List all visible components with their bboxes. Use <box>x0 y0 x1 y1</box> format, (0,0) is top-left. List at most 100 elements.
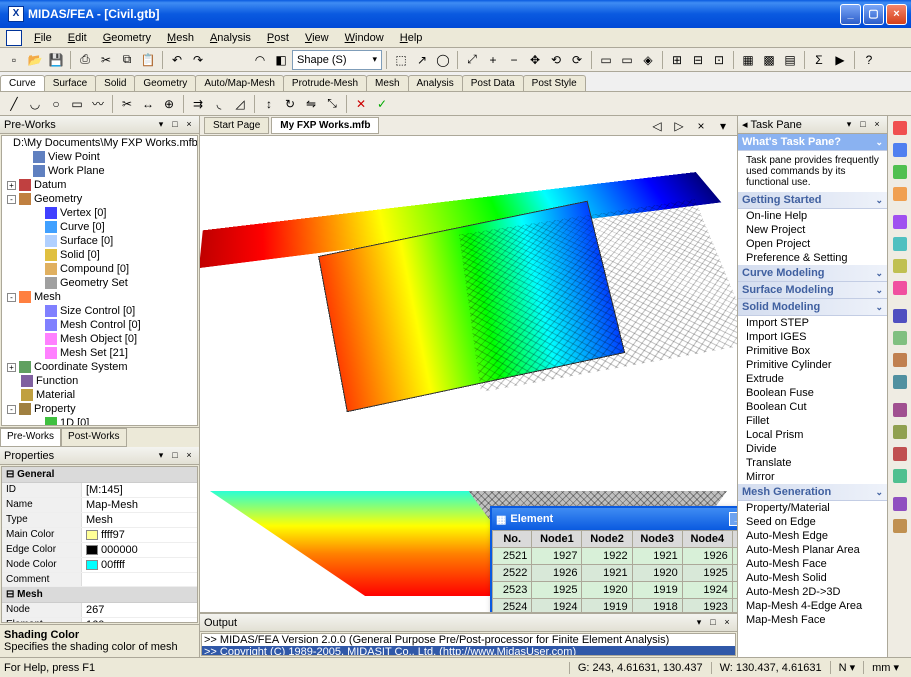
task-item[interactable]: Map-Mesh Face <box>738 613 887 627</box>
tab-prev-icon[interactable]: ◁ <box>647 116 667 136</box>
tree-item[interactable]: Curve [0] <box>2 220 197 234</box>
print-icon[interactable]: ⎙ <box>75 50 95 70</box>
right-tool-4[interactable] <box>890 212 910 232</box>
rotate2-icon[interactable]: ↻ <box>280 94 300 114</box>
offset-icon[interactable]: ⇉ <box>188 94 208 114</box>
tree-toggle-icon[interactable]: - <box>7 405 16 414</box>
view-iso-icon[interactable]: ◈ <box>638 50 658 70</box>
right-tool-0[interactable] <box>890 118 910 138</box>
panel-dropdown-icon[interactable]: ▾ <box>155 119 167 131</box>
task-section-title[interactable]: Getting Started⌄ <box>738 192 887 209</box>
element-header[interactable]: Node5 <box>732 531 737 548</box>
doc-tab[interactable]: Start Page <box>204 117 269 134</box>
element-header[interactable]: Node4 <box>682 531 732 548</box>
tree-item[interactable]: Size Control [0] <box>2 304 197 318</box>
copy-icon[interactable]: ⧉ <box>117 50 137 70</box>
left-tab-pre-works[interactable]: Pre-Works <box>0 428 61 447</box>
right-tool-10[interactable] <box>890 350 910 370</box>
tree-item[interactable]: Surface [0] <box>2 234 197 248</box>
ribbon-tab-analysis[interactable]: Analysis <box>408 75 463 91</box>
trim-icon[interactable]: ✂ <box>117 94 137 114</box>
task-item[interactable]: Divide <box>738 442 887 456</box>
tree-item[interactable]: Vertex [0] <box>2 206 197 220</box>
pick-icon[interactable]: ↗ <box>412 50 432 70</box>
props-section[interactable]: ⊟ Mesh <box>2 587 197 603</box>
left-tab-post-works[interactable]: Post-Works <box>61 428 127 447</box>
minimize-button[interactable]: _ <box>840 4 861 25</box>
menu-view[interactable]: View <box>297 30 337 46</box>
tree-item[interactable]: D:\My Documents\My FXP Works.mfb <box>2 136 197 150</box>
task-section-title[interactable]: Curve Modeling⌄ <box>738 265 887 282</box>
tree-toggle-icon[interactable]: - <box>7 293 16 302</box>
curve-tool-icon[interactable]: ◠ <box>250 50 270 70</box>
element-header[interactable]: Node1 <box>532 531 582 548</box>
open-icon[interactable]: 📂 <box>25 50 45 70</box>
element-row[interactable]: 252119271922192119262787 <box>493 548 738 565</box>
ribbon-tab-curve[interactable]: Curve <box>0 75 45 91</box>
tree-item[interactable]: Compound [0] <box>2 262 197 276</box>
task-item[interactable]: Open Project <box>738 237 887 251</box>
ribbon-tab-solid[interactable]: Solid <box>95 75 135 91</box>
right-tool-5[interactable] <box>890 234 910 254</box>
help-icon[interactable]: ? <box>859 50 879 70</box>
app-menu-icon[interactable] <box>6 30 22 46</box>
panel-pin-icon[interactable]: □ <box>169 119 181 131</box>
task-section-title[interactable]: Mesh Generation⌄ <box>738 484 887 501</box>
redo-icon[interactable]: ↷ <box>188 50 208 70</box>
fillet-icon[interactable]: ◟ <box>209 94 229 114</box>
menu-window[interactable]: Window <box>337 30 392 46</box>
output-pin-icon[interactable]: □ <box>707 617 719 629</box>
calc-icon[interactable]: Σ <box>809 50 829 70</box>
props-row[interactable]: Node267 <box>2 603 197 618</box>
task-item[interactable]: Local Prism <box>738 428 887 442</box>
output-dropdown-icon[interactable]: ▾ <box>693 617 705 629</box>
tab-close-icon[interactable]: × <box>691 116 711 136</box>
ribbon-tab-protrude-mesh[interactable]: Protrude-Mesh <box>283 75 367 91</box>
delete2-icon[interactable]: ✕ <box>351 94 371 114</box>
chamfer-icon[interactable]: ◿ <box>230 94 250 114</box>
task-item[interactable]: Seed on Edge <box>738 515 887 529</box>
tree-item[interactable]: Mesh Control [0] <box>2 318 197 332</box>
task-item[interactable]: Boolean Cut <box>738 400 887 414</box>
status-norm[interactable]: N ▾ <box>830 661 864 674</box>
save-icon[interactable]: 💾 <box>46 50 66 70</box>
right-tool-6[interactable] <box>890 256 910 276</box>
task-item[interactable]: On-line Help <box>738 209 887 223</box>
element-row[interactable]: 252219261921192019252786 <box>493 565 738 582</box>
undo-icon[interactable]: ↶ <box>167 50 187 70</box>
tree-item[interactable]: View Point <box>2 150 197 164</box>
menu-analysis[interactable]: Analysis <box>202 30 259 46</box>
right-tool-3[interactable] <box>890 184 910 204</box>
task-item[interactable]: Extrude <box>738 372 887 386</box>
move-icon[interactable]: ↕ <box>259 94 279 114</box>
props-row[interactable]: TypeMesh <box>2 513 197 528</box>
props-row[interactable]: Main Colorffff97 <box>2 528 197 543</box>
menu-post[interactable]: Post <box>259 30 297 46</box>
props-row[interactable]: Edge Color000000 <box>2 543 197 558</box>
task-item[interactable]: Auto-Mesh 2D->3D <box>738 585 887 599</box>
task-item[interactable]: Primitive Cylinder <box>738 358 887 372</box>
task-section-title[interactable]: What's Task Pane?⌄ <box>738 134 887 151</box>
props-row[interactable]: NameMap-Mesh <box>2 498 197 513</box>
tree-item[interactable]: Work Plane <box>2 164 197 178</box>
task-section-title[interactable]: Surface Modeling⌄ <box>738 282 887 299</box>
grid2-icon[interactable]: ⊟ <box>688 50 708 70</box>
task-section-title[interactable]: Solid Modeling⌄ <box>738 299 887 316</box>
view-front-icon[interactable]: ▭ <box>596 50 616 70</box>
props-section[interactable]: ⊟ General <box>2 467 197 483</box>
task-item[interactable]: Primitive Box <box>738 344 887 358</box>
select-icon[interactable]: ⬚ <box>391 50 411 70</box>
tree-item[interactable]: Material <box>2 388 197 402</box>
mesh3-icon[interactable]: ▤ <box>780 50 800 70</box>
menu-geometry[interactable]: Geometry <box>95 30 159 46</box>
menu-mesh[interactable]: Mesh <box>159 30 202 46</box>
right-tool-16[interactable] <box>890 494 910 514</box>
spline-icon[interactable]: 〰 <box>88 94 108 114</box>
cut-icon[interactable]: ✂ <box>96 50 116 70</box>
grid3-icon[interactable]: ⊡ <box>709 50 729 70</box>
right-tool-1[interactable] <box>890 140 910 160</box>
props-close-icon[interactable]: × <box>183 450 195 462</box>
element-row[interactable]: 252419241919191819232781 <box>493 599 738 613</box>
task-item[interactable]: Boolean Fuse <box>738 386 887 400</box>
task-item[interactable]: Auto-Mesh Face <box>738 557 887 571</box>
